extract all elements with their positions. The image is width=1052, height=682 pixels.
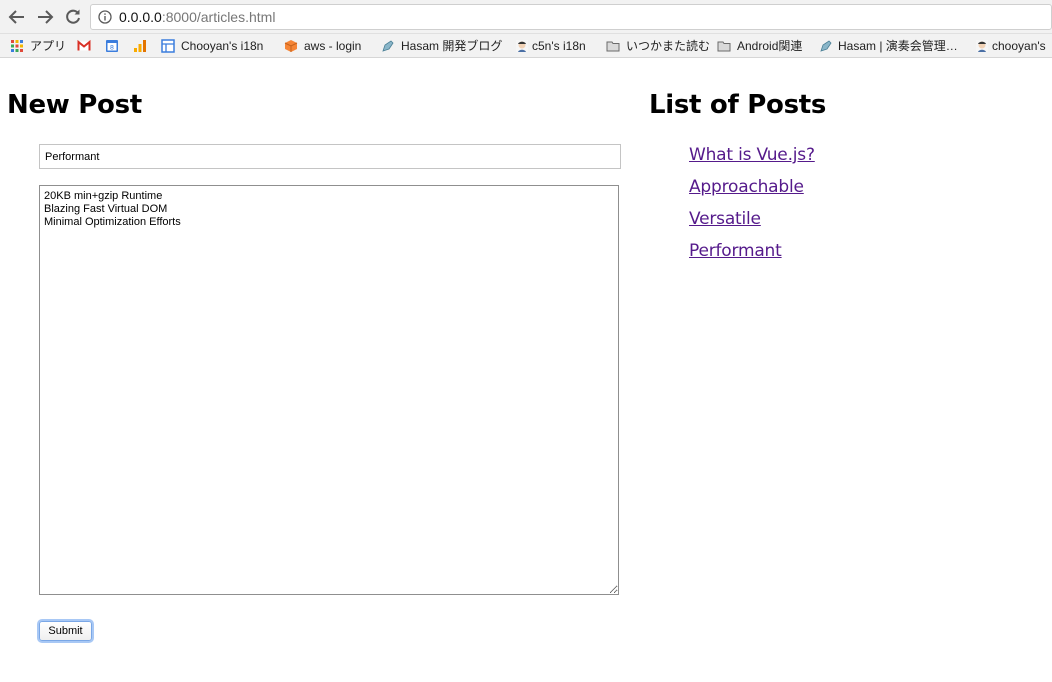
url-text[interactable]: 0.0.0.0:8000/articles.html — [119, 9, 275, 25]
folder-icon — [606, 41, 620, 52]
list-of-posts-heading: List of Posts — [649, 90, 827, 120]
post-title-input[interactable] — [39, 144, 621, 169]
new-post-heading: New Post — [7, 90, 142, 120]
url-path: :8000/articles.html — [161, 9, 276, 25]
back-button[interactable] — [6, 6, 28, 28]
bookmark-label: aws - login — [304, 39, 362, 53]
browser-toolbar: 0.0.0.0:8000/articles.html — [0, 0, 1052, 34]
gmail-icon — [77, 39, 91, 51]
submit-button[interactable]: Submit — [39, 621, 92, 641]
bookmark-label: Android関連 — [737, 39, 803, 53]
post-link-versatile[interactable]: Versatile — [689, 209, 761, 229]
bookmark-label: アプリ — [30, 39, 67, 53]
bookmark-label: いつかまた読む — [626, 39, 711, 53]
forward-button[interactable] — [34, 6, 56, 28]
post-link-approachable[interactable]: Approachable — [689, 177, 804, 197]
bookmark-label: c5n's i18n — [532, 39, 586, 53]
bookmarks-bar: アプリ 8 Chooyan's i18n aws - login Hasam 開… — [0, 34, 1052, 58]
post-link-performant[interactable]: Performant — [689, 241, 782, 261]
apps-grid-icon — [11, 40, 23, 52]
arrow-left-icon — [8, 10, 24, 24]
address-bar[interactable]: 0.0.0.0:8000/articles.html — [90, 4, 1052, 30]
avatar-icon — [976, 40, 988, 52]
info-icon[interactable] — [98, 10, 112, 24]
arrow-right-icon — [38, 10, 54, 24]
post-list: What is Vue.js? Approachable Versatile P… — [689, 143, 815, 271]
analytics-icon — [134, 40, 146, 52]
url-host: 0.0.0.0 — [119, 9, 162, 25]
svg-text:8: 8 — [110, 44, 114, 52]
post-body-textarea[interactable]: 20KB min+gzip Runtime Blazing Fast Virtu… — [39, 185, 619, 595]
post-link-what-is-vue[interactable]: What is Vue.js? — [689, 145, 815, 165]
calendar-icon: 8 — [106, 40, 118, 52]
blog-icon — [382, 40, 394, 52]
reload-button[interactable] — [62, 6, 84, 28]
bookmark-label: Hasam 開発ブログ — [401, 39, 503, 53]
avatar-icon — [516, 40, 528, 52]
list-item: Performant — [689, 239, 815, 271]
list-item: What is Vue.js? — [689, 143, 815, 175]
bookmark-label: chooyan's — [992, 39, 1046, 53]
folder-icon — [717, 41, 731, 52]
list-item: Approachable — [689, 175, 815, 207]
reload-icon — [66, 9, 80, 24]
bookmark-label: Chooyan's i18n — [181, 39, 264, 53]
list-item: Versatile — [689, 207, 815, 239]
bookmark-label: Hasam | 演奏会管理… — [838, 39, 958, 53]
sheet-icon — [161, 39, 175, 53]
blog-icon — [820, 40, 832, 52]
aws-cube-icon — [284, 40, 298, 52]
